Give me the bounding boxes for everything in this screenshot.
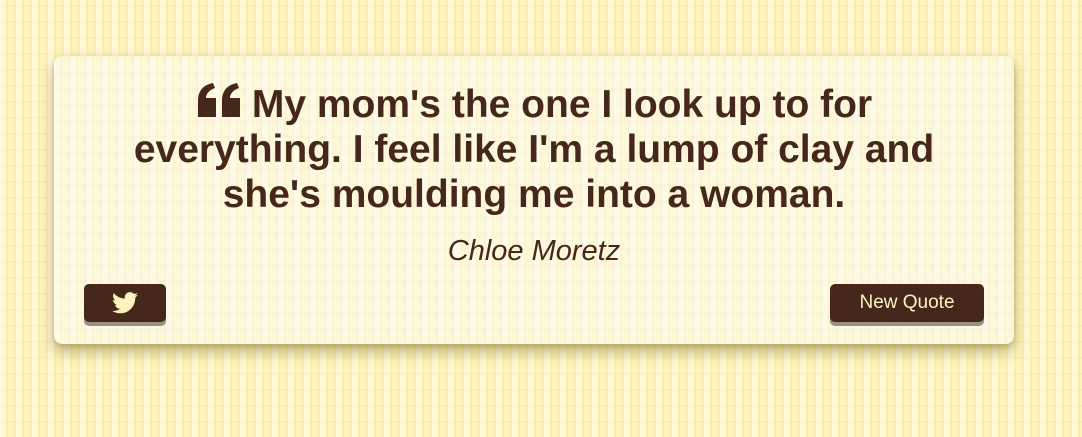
quote-text: My mom's the one I look up to for everyt…: [133, 83, 935, 216]
quote-card: My mom's the one I look up to for everyt…: [54, 56, 1014, 344]
quote-author: Chloe Moretz: [447, 235, 621, 267]
new-quote-button[interactable]: New Quote: [830, 284, 984, 322]
twitter-icon: [112, 292, 138, 314]
quote-left-icon: [197, 83, 240, 117]
tweet-button[interactable]: [84, 284, 166, 322]
quote-text-block: My mom's the one I look up to for everyt…: [114, 82, 954, 217]
